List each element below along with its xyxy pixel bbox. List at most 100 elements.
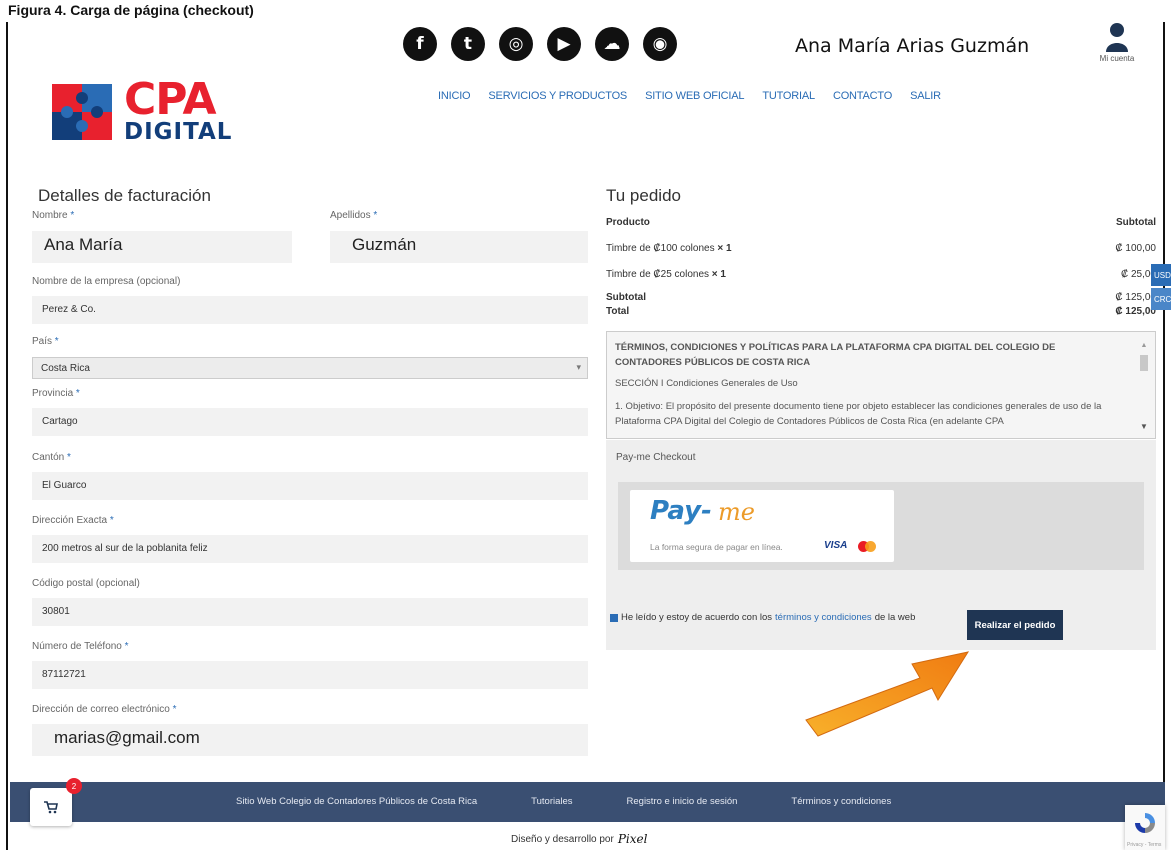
postal-label: Código postal (opcional) <box>32 578 140 589</box>
country-label: País * <box>32 336 59 347</box>
pixel-logo[interactable]: Pixel <box>618 832 648 846</box>
visa-icon: VISA <box>824 540 848 551</box>
first-name-field[interactable]: Ana María <box>32 231 292 263</box>
province-label: Provincia * <box>32 388 80 399</box>
last-name-label: Apellidos * <box>330 210 378 221</box>
item-qty: × 1 <box>711 269 726 280</box>
subtotal-value: ₡ 125,00 <box>1115 292 1156 303</box>
terms-agreement[interactable]: He leído y estoy de acuerdo con los térm… <box>610 612 915 623</box>
last-name-field[interactable]: Guzmán <box>330 231 588 263</box>
logo-wordmark: CPA DIGITAL <box>124 74 232 145</box>
social-links: f t ◎ ▶ ☁ ◉ <box>403 27 677 61</box>
footer-link-tutoriales[interactable]: Tutoriales <box>531 796 572 807</box>
payme-logo-pay: Pay- <box>650 496 712 526</box>
cpa-digital-logo[interactable]: CPA DIGITAL <box>48 74 248 146</box>
terms-scrollbar[interactable]: ▲ ▼ <box>1139 338 1149 434</box>
account-label: Mi cuenta <box>1099 54 1135 63</box>
footer-credit: Diseño y desarrollo por Pixel <box>511 832 647 846</box>
total-row: Total ₡ 125,00 <box>606 306 1156 317</box>
province-field[interactable]: Cartago <box>32 408 588 436</box>
place-order-button[interactable]: Realizar el pedido <box>967 610 1063 640</box>
twitter-icon[interactable]: t <box>451 27 485 61</box>
nav-servicios[interactable]: SERVICIOS Y PRODUCTOS <box>488 90 627 102</box>
payme-logo-me: me <box>718 498 755 526</box>
first-name-label: Nombre * <box>32 210 75 221</box>
company-field[interactable]: Perez & Co. <box>32 296 588 324</box>
currency-usd-tab[interactable]: USD <box>1151 264 1171 286</box>
arrow-icon <box>805 651 970 737</box>
address-field[interactable]: 200 metros al sur de la poblanita feliz <box>32 535 588 563</box>
item-name: Timbre de ₡25 colones <box>606 269 710 280</box>
recaptcha-icon <box>1135 813 1155 833</box>
chevron-down-icon: ▾ <box>576 362 581 372</box>
terms-scrollbox[interactable]: TÉRMINOS, CONDICIONES Y POLÍTICAS PARA L… <box>606 331 1156 439</box>
nav-tutorial[interactable]: TUTORIAL <box>762 90 815 102</box>
flickr-icon[interactable]: ◉ <box>643 27 677 61</box>
payme-panel: Pay- me La forma segura de pagar en líne… <box>618 482 1144 570</box>
currency-crc-tab[interactable]: CRC <box>1151 288 1171 310</box>
facebook-icon[interactable]: f <box>403 27 437 61</box>
agree-checkbox[interactable] <box>610 613 618 622</box>
total-label: Total <box>606 306 630 317</box>
table-row: Timbre de ₡25 colones × 1 ₡ 25,00 <box>606 269 1156 280</box>
figure-caption: Figura 4. Carga de página (checkout) <box>8 2 254 18</box>
credit-text: Diseño y desarrollo por <box>511 833 614 845</box>
subtotal-label: Subtotal <box>606 292 646 303</box>
canton-label: Cantón * <box>32 452 71 463</box>
payme-checkout: Pay-me Checkout Pay- me La forma segura … <box>606 440 1156 650</box>
terms-section: SECCIÓN I Condiciones Generales de Uso <box>615 378 798 389</box>
cart-count-badge: 2 <box>66 778 82 794</box>
country-select[interactable]: Costa Rica ▾ <box>32 357 588 379</box>
payme-card[interactable]: Pay- me La forma segura de pagar en líne… <box>630 490 894 562</box>
order-title: Tu pedido <box>606 186 681 205</box>
country-value: Costa Rica <box>41 363 90 374</box>
mastercard-icon <box>858 541 880 552</box>
nav-salir[interactable]: SALIR <box>910 90 941 102</box>
recaptcha-badge[interactable]: Privacy - Terms <box>1125 805 1165 850</box>
nav-sitio-web[interactable]: SITIO WEB OFICIAL <box>645 90 744 102</box>
puzzle-logo-icon <box>52 84 112 140</box>
instagram-icon[interactable]: ◎ <box>499 27 533 61</box>
email-field[interactable]: marias@gmail.com <box>32 724 588 756</box>
email-label: Dirección de correo electrónico * <box>32 704 177 715</box>
cart-button[interactable] <box>30 788 72 826</box>
terms-link[interactable]: términos y condiciones <box>775 612 872 623</box>
agree-text: He leído y estoy de acuerdo con los <box>621 612 773 623</box>
cart-icon <box>44 800 58 813</box>
nav-inicio[interactable]: INICIO <box>438 90 471 102</box>
scroll-down-icon[interactable]: ▼ <box>1139 419 1149 434</box>
postal-field[interactable]: 30801 <box>32 598 588 626</box>
browser-page: f t ◎ ▶ ☁ ◉ Ana María Arias Guzmán Mi cu… <box>6 22 1171 850</box>
soundcloud-icon[interactable]: ☁ <box>595 27 629 61</box>
footer-link-colegio[interactable]: Sitio Web Colegio de Contadores Públicos… <box>236 796 477 807</box>
phone-label: Número de Teléfono * <box>32 641 129 652</box>
billing-title: Detalles de facturación <box>38 186 211 205</box>
agree-text-end: de la web <box>874 612 916 623</box>
footer-link-terminos[interactable]: Términos y condiciones <box>791 796 891 807</box>
main-nav: INICIO SERVICIOS Y PRODUCTOS SITIO WEB O… <box>438 90 941 102</box>
subtotal-row: Subtotal ₡ 125,00 <box>606 292 1156 303</box>
canton-field[interactable]: El Guarco <box>32 472 588 500</box>
scroll-thumb[interactable] <box>1140 355 1148 371</box>
col-product: Producto <box>606 217 650 228</box>
footer-bar: Sitio Web Colegio de Contadores Públicos… <box>10 782 1165 822</box>
payme-title: Pay-me Checkout <box>616 452 696 463</box>
youtube-icon[interactable]: ▶ <box>547 27 581 61</box>
account-button[interactable]: Mi cuenta <box>1088 22 1146 63</box>
item-price: ₡ 100,00 <box>1115 243 1156 254</box>
item-qty: × 1 <box>717 243 732 254</box>
nav-contacto[interactable]: CONTACTO <box>833 90 892 102</box>
logo-cpa-text: CPA <box>124 74 217 125</box>
footer-links: Sitio Web Colegio de Contadores Públicos… <box>236 796 891 807</box>
user-name: Ana María Arias Guzmán <box>795 35 1030 57</box>
recaptcha-text: Privacy - Terms <box>1127 842 1162 848</box>
scroll-up-icon[interactable]: ▲ <box>1139 338 1149 353</box>
total-value: ₡ 125,00 <box>1115 306 1156 317</box>
footer-link-registro[interactable]: Registro e inicio de sesión <box>627 796 738 807</box>
phone-field[interactable]: 87112721 <box>32 661 588 689</box>
payme-tagline: La forma segura de pagar en línea. <box>650 542 783 552</box>
col-subtotal: Subtotal <box>1116 217 1156 228</box>
address-label: Dirección Exacta * <box>32 515 114 526</box>
order-header-row: Producto Subtotal <box>606 217 1156 228</box>
user-icon <box>1106 23 1128 52</box>
